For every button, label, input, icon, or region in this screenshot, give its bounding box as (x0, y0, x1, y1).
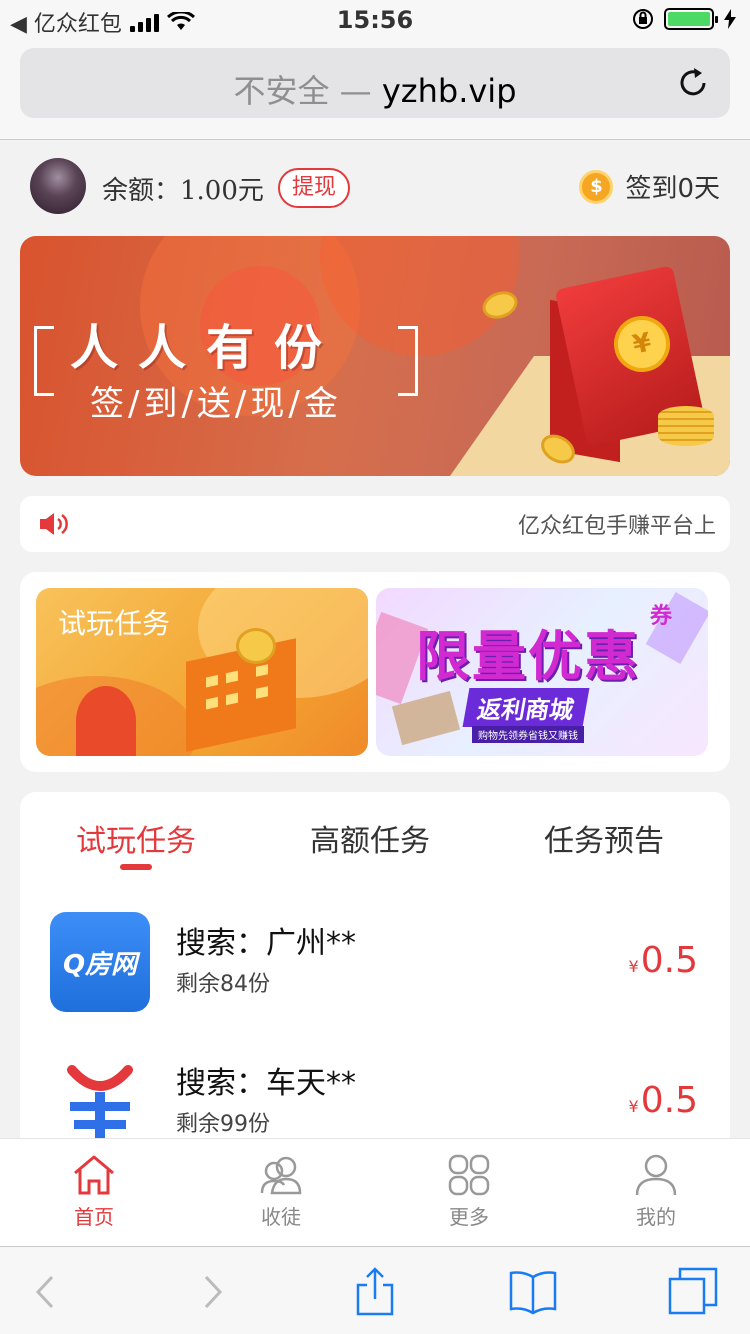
tabbar-recruit-label: 收徒 (261, 1205, 301, 1229)
battery-icon (664, 8, 718, 30)
tabbar-profile-label: 我的 (636, 1205, 676, 1229)
grid-icon (448, 1154, 490, 1196)
task-price: ¥0.5 (629, 1080, 698, 1121)
task-price-value: 0.5 (640, 940, 698, 981)
task-title: 搜索：车天** (176, 1066, 356, 1101)
speaker-icon (40, 513, 68, 535)
tab-trial-tasks[interactable]: 试玩任务 (36, 816, 236, 860)
task-title: 搜索：广州** (176, 926, 356, 961)
rebate-mall-card[interactable]: 限量优惠 券 返利商城 购物先领券省钱又赚钱 (376, 588, 708, 756)
tabbar-home-label: 首页 (74, 1205, 114, 1229)
active-tab-indicator (120, 864, 152, 870)
promo-panel: 试玩任务 限量优惠 券 返利商城 购物先领券省钱又赚钱 (20, 572, 730, 772)
currency-symbol: ¥ (628, 1097, 639, 1116)
banner-title: 人人有份 (70, 320, 343, 376)
user-info-row: 余额：1.00元 提现 $ 签到0天 (0, 142, 750, 234)
tabbar-profile[interactable]: 我的 (596, 1153, 716, 1230)
tab-high-reward-tasks[interactable]: 高额任务 (270, 816, 470, 860)
banner-subtitle: 签/到/送/现/金 (90, 384, 342, 424)
tasks-card: 试玩任务 高额任务 任务预告 Q房网 搜索：广州** 剩余84份 ¥0.5 搜索… (20, 792, 730, 1192)
insecure-label: 不安全 — (233, 72, 372, 110)
status-right (632, 8, 736, 30)
person-icon (635, 1154, 677, 1196)
gold-coin-icon (236, 628, 276, 664)
bookmarks-icon[interactable] (508, 1267, 558, 1317)
tab-upcoming-tasks[interactable]: 任务预告 (504, 816, 704, 860)
home-icon (74, 1155, 114, 1195)
checkin-label: 签到0天 (625, 174, 720, 204)
tabs-icon[interactable] (668, 1267, 718, 1317)
tabbar-more-label: 更多 (449, 1205, 489, 1229)
tabbar-more[interactable]: 更多 (409, 1153, 529, 1230)
address-bar[interactable]: 不安全 — yzhb.vip (20, 48, 730, 118)
forward-icon[interactable] (186, 1267, 236, 1317)
withdraw-button[interactable]: 提现 (278, 168, 351, 208)
balance-text: 余额：1.00元 (102, 176, 264, 206)
promo-headline: 限量优惠 (416, 625, 640, 688)
coupon-corner-label: 券 (649, 604, 672, 629)
checkin-button[interactable]: $ 签到0天 (579, 168, 720, 205)
task-remaining: 剩余84份 (176, 972, 270, 997)
task-row[interactable]: Q房网 搜索：广州** 剩余84份 ¥0.5 (20, 912, 730, 1032)
avatar[interactable] (30, 158, 86, 214)
trial-tasks-card[interactable]: 试玩任务 (36, 588, 368, 756)
rebate-mall-label: 返利商城 (462, 688, 590, 727)
url-domain: yzhb.vip (381, 72, 517, 110)
task-price-value: 0.5 (640, 1080, 698, 1121)
notice-text: 亿众红包手赚平台上 (518, 514, 717, 539)
users-icon (260, 1156, 302, 1195)
notice-bar[interactable]: 亿众红包手赚平台上 (20, 496, 730, 552)
reload-icon[interactable] (676, 66, 710, 100)
charging-bolt-icon (724, 9, 736, 29)
back-icon[interactable] (22, 1267, 72, 1317)
trial-tasks-label: 试玩任务 (58, 607, 171, 640)
coin-icon: $ (579, 169, 614, 204)
browser-header: 不安全 — yzhb.vip (0, 40, 750, 140)
bottom-tab-bar: 首页 收徒 更多 我的 (0, 1138, 750, 1246)
promo-tagline: 购物先领券省钱又赚钱 (472, 726, 584, 743)
status-bar: ◀ 亿众红包 15:56 (0, 0, 750, 40)
orientation-lock-icon (633, 9, 653, 29)
currency-symbol: ¥ (628, 957, 639, 976)
yang-app-icon (50, 1052, 150, 1152)
tabbar-recruit[interactable]: 收徒 (221, 1153, 341, 1230)
share-icon[interactable] (350, 1267, 400, 1317)
task-price: ¥0.5 (629, 940, 698, 981)
browser-toolbar (0, 1246, 750, 1334)
leaf-decoration (76, 686, 136, 756)
tabbar-home[interactable]: 首页 (34, 1153, 154, 1230)
url-display[interactable]: 不安全 — yzhb.vip (20, 66, 730, 112)
qfang-app-icon: Q房网 (50, 912, 150, 1012)
checkin-banner[interactable]: ¥ 人人有份 签/到/送/现/金 (20, 236, 730, 476)
coin-stack-icon (658, 406, 714, 446)
task-remaining: 剩余99份 (176, 1112, 270, 1137)
